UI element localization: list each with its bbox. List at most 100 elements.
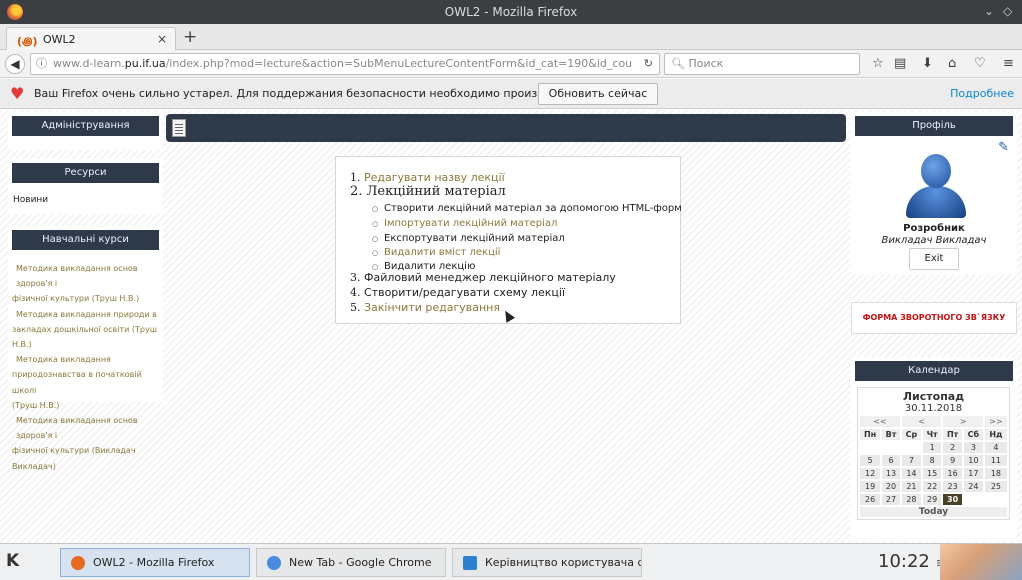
calendar-day[interactable]: 9 <box>943 455 962 466</box>
avatar <box>906 154 966 218</box>
calendar-week-row: 5 6 7 8 9 10 11 <box>860 455 1007 466</box>
prev-month-button[interactable]: < <box>901 416 942 427</box>
next-month-button[interactable]: > <box>943 416 983 427</box>
calendar-day[interactable]: 4 <box>984 442 1007 453</box>
hamburger-menu-icon[interactable]: ≡ <box>1003 56 1014 71</box>
edit-pencil-icon[interactable]: ✎ <box>998 140 1009 155</box>
calendar-day[interactable]: 16 <box>943 468 962 479</box>
url-text: www.d-learn.pu.if.ua/index.php?mod=lectu… <box>53 57 633 70</box>
task-chrome[interactable]: New Tab - Google Chrome <box>256 548 446 577</box>
next-year-button[interactable]: >> <box>984 416 1007 427</box>
calendar-day[interactable]: 6 <box>882 455 900 466</box>
course-link[interactable]: (Труш Н.В.) <box>12 398 164 413</box>
calendar-day[interactable]: 10 <box>963 455 983 466</box>
calendar-day[interactable]: 27 <box>882 494 900 505</box>
exit-button[interactable]: Exit <box>909 248 959 270</box>
course-link[interactable]: Методика викладання основ здоров'я і <box>12 413 164 443</box>
calendar-day[interactable]: 24 <box>963 481 983 492</box>
course-link[interactable]: Методика викладання <box>12 352 164 367</box>
news-link[interactable]: Новини <box>13 195 48 205</box>
update-now-button[interactable]: Обновить сейчас <box>538 83 658 105</box>
home-icon[interactable]: ⌂ <box>948 56 956 71</box>
calendar-day[interactable]: 25 <box>984 481 1007 492</box>
tab-label: OWL2 <box>43 33 76 46</box>
calendar-day[interactable]: 28 <box>901 494 921 505</box>
calendar-day[interactable]: 23 <box>943 481 962 492</box>
bookmark-star-icon[interactable]: ☆ <box>872 56 884 71</box>
profile-panel-title: Профіль <box>855 116 1013 136</box>
course-link[interactable]: фізичної культури (Труш Н.В.) <box>12 291 164 306</box>
calendar-day[interactable]: 17 <box>963 468 983 479</box>
calendar-day[interactable]: 11 <box>984 455 1007 466</box>
menu-item-lecture-scheme[interactable]: 4. Створити/редагувати схему лекції <box>350 286 565 299</box>
today-button[interactable]: Today <box>860 507 1007 517</box>
prev-year-button[interactable]: << <box>860 416 900 427</box>
desktop-preview[interactable] <box>940 544 1022 580</box>
calendar-day[interactable]: 2 <box>943 442 962 453</box>
menu-item-file-manager[interactable]: 3. Файловий менеджер лекційного матеріал… <box>350 271 616 284</box>
calendar-empty-cell <box>964 494 983 505</box>
weekday-label: Пт <box>943 429 962 440</box>
lecture-edit-menu: 1. Редагувати назву лекції 2. Лекційний … <box>335 156 682 324</box>
reload-icon[interactable]: ↻ <box>644 54 653 74</box>
calendar-weekdays: Пн Вт Ср Чт Пт Сб Нд <box>860 429 1007 440</box>
calendar-day[interactable]: 13 <box>882 468 900 479</box>
course-link[interactable]: закладах дошкільної освіти (Труш Н.В.) <box>12 322 164 352</box>
calendar-day[interactable]: 18 <box>984 468 1007 479</box>
more-info-link[interactable]: Подробнее <box>950 87 1014 100</box>
calendar-week-row: 1234 <box>860 442 1007 453</box>
calendar-day[interactable]: 12 <box>860 468 881 479</box>
submenu-import[interactable]: Імпортувати лекційний матеріал <box>372 218 557 229</box>
page-content: Адміністрування Ресурси Новини Навчальні… <box>0 110 1022 543</box>
clock[interactable]: 10:22 ≡ <box>878 551 947 572</box>
calendar-week-row: 26 27 28 29 30 <box>860 494 1007 505</box>
close-tab-icon[interactable]: × <box>157 32 167 46</box>
resources-panel-title: Ресурси <box>12 163 159 183</box>
submenu-export[interactable]: Експортувати лекційний матеріал <box>372 233 565 244</box>
calendar-day[interactable]: 21 <box>901 481 921 492</box>
calendar-day[interactable]: 19 <box>860 481 881 492</box>
tab-owl2[interactable]: (꩜) OWL2 × <box>6 27 176 50</box>
calendar-day[interactable]: 14 <box>901 468 921 479</box>
tab-bar: (꩜) OWL2 × + <box>0 24 1022 50</box>
course-link[interactable]: Методика викладання основ здоров'я і <box>12 261 164 291</box>
task-firefox[interactable]: OWL2 - Mozilla Firefox <box>60 548 250 577</box>
calendar-day[interactable]: 20 <box>882 481 900 492</box>
submenu-create-html[interactable]: Створити лекційний матеріал за допомогою… <box>372 203 682 214</box>
task-document[interactable]: Керівництво користувача d-learn <box>452 548 642 577</box>
calendar-day[interactable]: 8 <box>922 455 942 466</box>
maximize-diamond-icon[interactable]: ◇ <box>1003 4 1012 18</box>
menu-item-finish-editing[interactable]: 5. Закінчити редагування <box>350 301 500 314</box>
new-tab-button[interactable]: + <box>183 27 197 47</box>
calendar-day[interactable]: 15 <box>922 468 942 479</box>
calendar-day[interactable]: 1 <box>922 442 942 453</box>
calendar-day[interactable]: 22 <box>922 481 942 492</box>
feedback-form-button[interactable]: ФОРМА ЗВОРОТНОГО ЗВ`ЯЗКУ <box>851 302 1017 334</box>
calendar-day[interactable]: 26 <box>860 494 881 505</box>
reading-list-icon[interactable]: ▤ <box>894 56 906 71</box>
weekday-label: Чт <box>922 429 942 440</box>
content-header-bar <box>166 114 846 142</box>
url-bar[interactable]: ⓘ www.d-learn.pu.if.ua/index.php?mod=lec… <box>30 53 660 75</box>
minimize-chevron-icon[interactable]: ⌄ <box>984 4 994 18</box>
course-link[interactable]: природознавства в початковій школі <box>12 367 164 397</box>
search-input[interactable]: 🔍︎ Поиск <box>664 53 860 75</box>
calendar-week-row: 19 20 21 22 23 24 25 <box>860 481 1007 492</box>
document-task-icon <box>463 556 477 570</box>
calendar-day[interactable]: 29 <box>922 494 942 505</box>
course-link[interactable]: Методика викладання природи в <box>12 307 164 322</box>
pocket-icon[interactable]: ♡ <box>974 56 986 71</box>
calendar-day[interactable]: 5 <box>860 455 881 466</box>
menu-item-edit-title[interactable]: 1. Редагувати назву лекції <box>350 171 505 184</box>
kde-launcher-icon[interactable]: K <box>6 551 19 571</box>
info-icon[interactable]: ⓘ <box>36 54 47 74</box>
calendar-day[interactable]: 30 <box>943 494 962 505</box>
back-arrow-icon[interactable]: ◀ <box>5 54 25 74</box>
course-link[interactable]: фізичної культури (Викладач Викладач) <box>12 443 164 473</box>
document-icon[interactable] <box>172 119 186 137</box>
heart-icon: ♥ <box>10 84 25 103</box>
calendar-day[interactable]: 3 <box>963 442 983 453</box>
submenu-clear-content[interactable]: Видалити вміст лекції <box>372 247 501 258</box>
calendar-day[interactable]: 7 <box>901 455 921 466</box>
download-icon[interactable]: ⬇ <box>922 56 933 71</box>
